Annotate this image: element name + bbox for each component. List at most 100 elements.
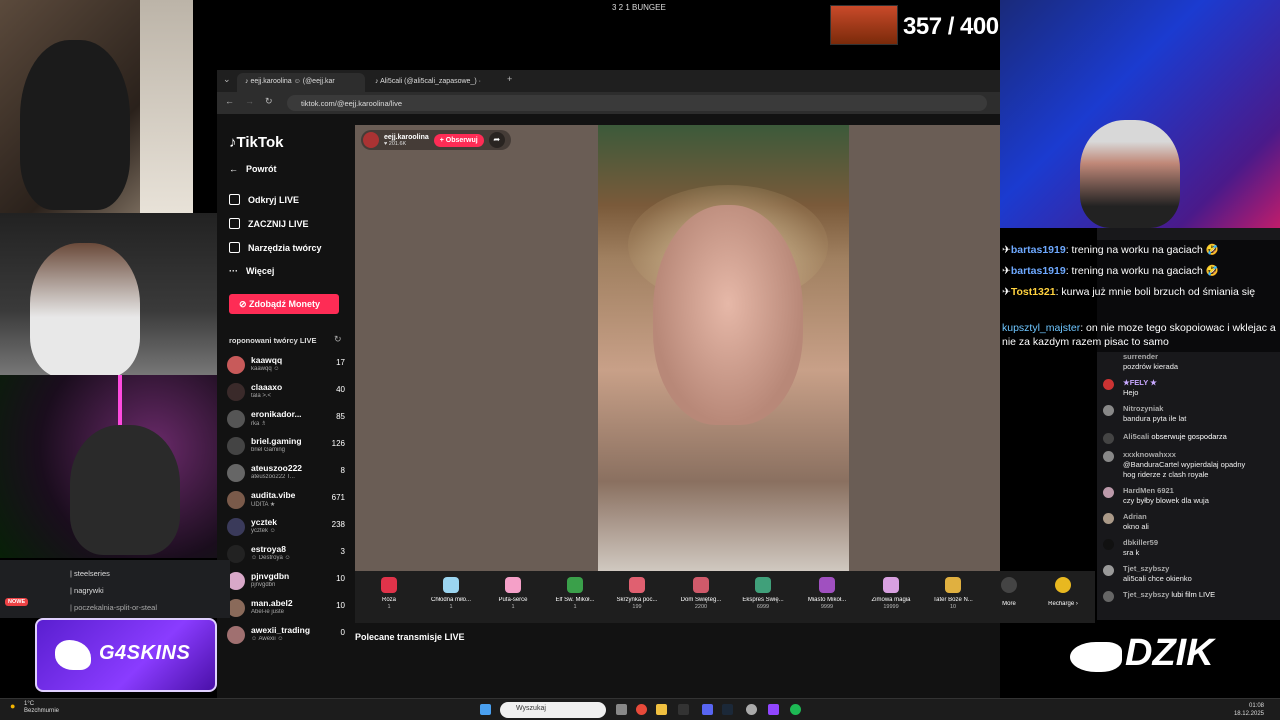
- gift-item[interactable]: Pufa-serce 1: [483, 577, 543, 610]
- webcam-middle-left: [0, 213, 228, 375]
- avatar: [227, 437, 245, 455]
- tab-label: eejj.karoolina ☺ (@eejj.kar: [250, 78, 335, 85]
- discord-channel[interactable]: | steelseries: [70, 569, 110, 578]
- avatar: [227, 356, 245, 374]
- suggested-creators-title: roponowani twórcy LIVE: [229, 336, 317, 345]
- gift-item[interactable]: Miasto Mikoł... 9999: [797, 577, 857, 610]
- window-background: [140, 0, 193, 213]
- discord-icon[interactable]: [702, 704, 713, 715]
- recommended-live-title: Polecane transmisje LIVE: [355, 632, 465, 642]
- follow-button[interactable]: + Obserwuj: [433, 133, 484, 147]
- creator-item[interactable]: audita.vibe UDITA ★ 671: [227, 489, 345, 515]
- obs-icon[interactable]: [746, 704, 757, 715]
- gift-item[interactable]: Elf Św. Mikoł... 1: [545, 577, 605, 610]
- creator-item[interactable]: pjnvgdbn pjnvgdbn 10: [227, 570, 345, 596]
- reload-icon[interactable]: ↻: [265, 96, 273, 107]
- webcam-top-right: [1000, 0, 1280, 228]
- spotify-icon[interactable]: [790, 704, 801, 715]
- gift-item[interactable]: Chłodna miło... 1: [421, 577, 481, 610]
- creator-item[interactable]: ateuszoo222 ateuszoo222 T... 8: [227, 462, 345, 488]
- get-coins-button[interactable]: ⊘ Zdobądź Monety: [229, 294, 339, 314]
- tiktok-sidebar: ♪TikTok ← Powrót Odkryj LIVE ZACZNIJ LIVE…: [217, 114, 355, 698]
- coin-icon: ⊘: [239, 299, 250, 309]
- avatar: [1103, 379, 1114, 390]
- terminal-icon[interactable]: [678, 704, 689, 715]
- share-icon[interactable]: ➦: [488, 132, 505, 148]
- gift-item[interactable]: Ekspres Świę... 6999: [733, 577, 793, 610]
- gift-item[interactable]: Dom Święteg... 2200: [671, 577, 731, 610]
- tab-ali5cali[interactable]: ♪ Ali5cali (@ali5cali_zapasowe_) ·: [367, 73, 495, 92]
- host-info: eejj.karoolina ♥ 201.6K + Obserwuj ➦: [361, 130, 511, 150]
- taskbar: ● 1°C Bezchmurnie Wyszukaj 01:08 18.12.2…: [0, 698, 1280, 720]
- dzik-text: DZIK: [1125, 632, 1214, 674]
- nav-back[interactable]: ← Powrót: [229, 164, 277, 174]
- windows-start-icon[interactable]: [480, 704, 491, 715]
- live-discover-icon: [229, 194, 240, 205]
- nav-more[interactable]: ··· Więcej: [229, 266, 274, 276]
- avatar: [1103, 591, 1114, 602]
- chevron-down-icon[interactable]: ⌄: [223, 74, 231, 85]
- nav-creator-tools[interactable]: Narzędzia twórcy: [229, 242, 322, 253]
- url-input[interactable]: tiktok.com/@eejj.karoolina/live: [287, 95, 987, 111]
- tiktok-logo[interactable]: ♪TikTok: [229, 134, 283, 151]
- creator-item[interactable]: awexii_trading ☺ Awexii ☺ 0: [227, 624, 345, 650]
- discord-channel[interactable]: | poczekalnia-split-or-steal: [70, 603, 157, 612]
- live-video: [598, 125, 849, 571]
- creator-item[interactable]: briel.gaming briel Gaming 126: [227, 435, 345, 461]
- video-subject-face: [653, 205, 803, 425]
- creator-item[interactable]: estroya8 ☺ Destroya ☺ 3: [227, 543, 345, 569]
- weather-icon: ●: [10, 701, 16, 711]
- streamer-figure: [30, 243, 140, 375]
- steam-icon[interactable]: [722, 704, 733, 715]
- system-clock[interactable]: 01:08 18.12.2025: [1234, 702, 1264, 718]
- webcam-top-left: [0, 0, 193, 213]
- discord-channel[interactable]: | nagrywki: [70, 586, 104, 595]
- avatar: [1103, 539, 1114, 550]
- home-icon: [229, 242, 240, 253]
- address-bar: ← → ↻ tiktok.com/@eejj.karoolina/live: [217, 92, 1000, 114]
- overlay-chat: ✈bartas1919: trening na worku na gaciach…: [1000, 240, 1280, 352]
- gift-item[interactable]: Róża 1: [359, 577, 419, 610]
- back-icon[interactable]: ←: [225, 96, 234, 106]
- overlay-chat-message: ✈Tost1321: kurwa już mnie boli brzuch od…: [1002, 286, 1256, 298]
- gift-icon: [819, 577, 835, 593]
- live-stream-player[interactable]: eejj.karoolina ♥ 201.6K + Obserwuj ➦: [355, 125, 1000, 571]
- recharge-button[interactable]: Recharge ›: [1033, 577, 1093, 607]
- gift-item[interactable]: Skrzynka poc... 199: [607, 577, 667, 610]
- gift-more-button[interactable]: More: [979, 577, 1039, 607]
- avatar: [1103, 565, 1114, 576]
- gift-icon: [755, 577, 771, 593]
- coin-icon: [1055, 577, 1071, 593]
- nav-discover-live[interactable]: Odkryj LIVE: [229, 194, 299, 205]
- creator-item[interactable]: ycztek ycztek ☺ 238: [227, 516, 345, 542]
- forward-icon[interactable]: →: [245, 96, 254, 106]
- refresh-icon[interactable]: ↻: [334, 334, 342, 345]
- avatar: [1103, 513, 1114, 524]
- overlay-chat-message: ✈bartas1919: trening na worku na gaciach…: [1002, 265, 1219, 277]
- file-explorer-icon[interactable]: [656, 704, 667, 715]
- top-center-label: 3 2 1 BUNGEE: [612, 3, 666, 12]
- avatar: [1103, 451, 1114, 462]
- avatar: [227, 410, 245, 428]
- gift-item[interactable]: Zimowa magia 19999: [861, 577, 921, 610]
- tab-label: Ali5cali (@ali5cali_zapasowe_) ·: [380, 78, 481, 85]
- host-avatar[interactable]: [363, 132, 379, 148]
- chrome-icon[interactable]: [636, 704, 647, 715]
- creator-item[interactable]: man.abel2 Abel-ie juste 10: [227, 597, 345, 623]
- twitch-icon[interactable]: [768, 704, 779, 715]
- gift-item[interactable]: Tater Boże N... 10: [923, 577, 983, 610]
- new-tab-button[interactable]: +: [507, 74, 512, 84]
- gift-icon: [505, 577, 521, 593]
- avatar: [227, 491, 245, 509]
- tab-tiktok-live[interactable]: ♪ eejj.karoolina ☺ (@eejj.kar: [237, 73, 365, 92]
- gift-icon: [567, 577, 583, 593]
- avatar: [227, 464, 245, 482]
- taskbar-search[interactable]: Wyszukaj: [500, 702, 606, 718]
- creator-item[interactable]: eronikador... rka ♗ 85: [227, 408, 345, 434]
- host-name[interactable]: eejj.karoolina: [384, 134, 429, 141]
- gift-icon: [629, 577, 645, 593]
- nav-start-live[interactable]: ZACZNIJ LIVE: [229, 218, 309, 229]
- creator-item[interactable]: claaaxo tala >.< 40: [227, 381, 345, 407]
- creator-item[interactable]: kaawqq kaawqq ☺ 17: [227, 354, 345, 380]
- task-view-icon[interactable]: [616, 704, 627, 715]
